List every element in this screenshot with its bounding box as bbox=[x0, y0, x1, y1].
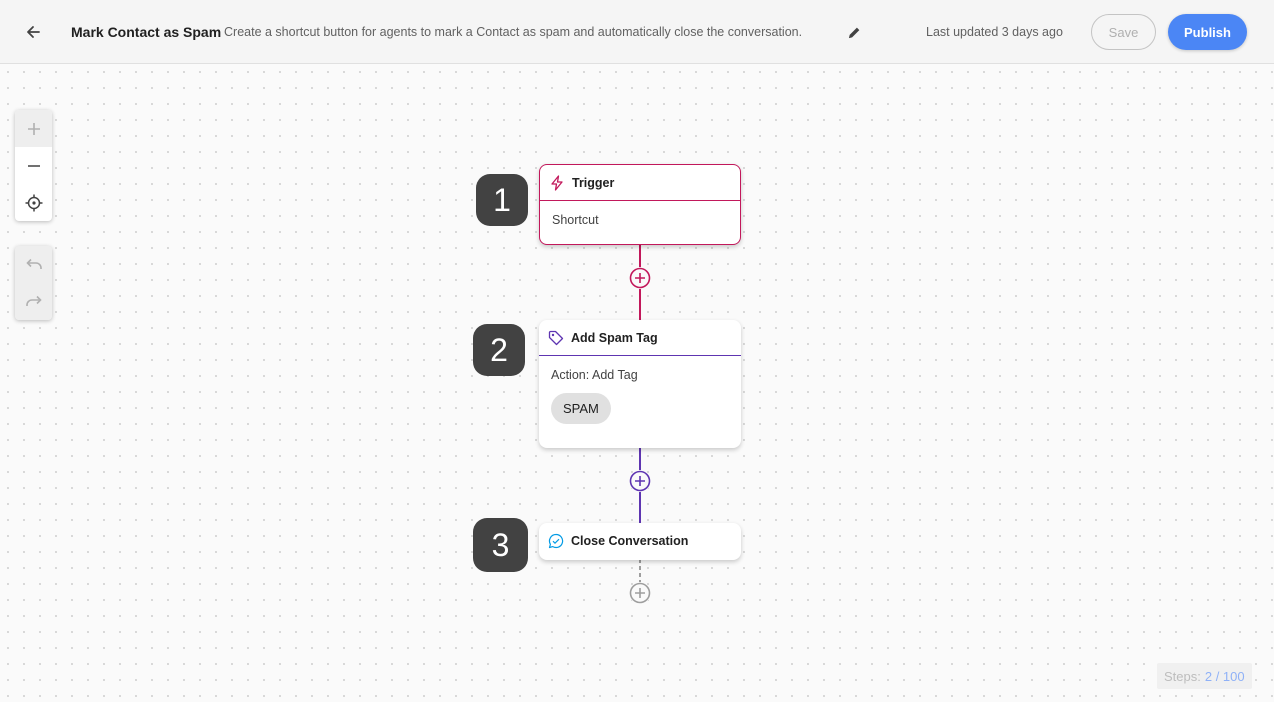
node-body-text: Action: Add Tag bbox=[551, 368, 638, 382]
add-step-button-3[interactable] bbox=[629, 582, 651, 604]
pencil-icon bbox=[848, 27, 859, 38]
publish-button[interactable]: Publish bbox=[1168, 14, 1247, 50]
arrow-left-icon bbox=[27, 26, 40, 38]
history-controls bbox=[15, 246, 52, 320]
step-number-badge: 1 bbox=[476, 174, 528, 226]
steps-count: 2 / 100 bbox=[1204, 668, 1245, 684]
redo-button[interactable] bbox=[15, 283, 52, 320]
close-conversation-node[interactable]: Close Conversation bbox=[539, 523, 741, 560]
page-title: Mark Contact as Spam bbox=[71, 24, 222, 40]
node-body-text: Shortcut bbox=[552, 213, 599, 227]
node-header: Close Conversation bbox=[539, 523, 741, 559]
plus-circle-icon bbox=[629, 470, 651, 492]
steps-counter: Steps: 2 / 100 bbox=[1157, 663, 1252, 689]
redo-icon bbox=[25, 295, 42, 306]
page-description: Create a shortcut button for agents to m… bbox=[224, 25, 803, 39]
plus-circle-icon bbox=[629, 582, 651, 604]
plus-circle-icon bbox=[629, 267, 651, 289]
node-title: Close Conversation bbox=[571, 534, 689, 548]
undo-icon bbox=[25, 258, 42, 269]
recenter-button[interactable] bbox=[15, 184, 52, 221]
add-spam-tag-node[interactable]: Add Spam Tag Action: Add Tag SPAM bbox=[539, 320, 741, 448]
node-header: Add Spam Tag bbox=[539, 320, 741, 356]
node-header: Trigger bbox=[540, 165, 740, 201]
back-button[interactable] bbox=[18, 17, 48, 47]
steps-label: Steps: bbox=[1164, 668, 1201, 684]
add-step-button-2[interactable] bbox=[629, 470, 651, 492]
node-body: Action: Add Tag SPAM bbox=[539, 356, 741, 424]
crosshair-icon bbox=[25, 194, 42, 211]
zoom-in-button[interactable] bbox=[15, 110, 52, 147]
trigger-node[interactable]: Trigger Shortcut bbox=[539, 164, 741, 245]
bolt-icon bbox=[549, 174, 565, 191]
step-number-badge: 3 bbox=[473, 518, 528, 572]
connector-line-dashed bbox=[639, 559, 641, 583]
save-button[interactable]: Save bbox=[1091, 14, 1156, 50]
node-title: Trigger bbox=[572, 175, 615, 190]
header-bar: Mark Contact as Spam Create a shortcut b… bbox=[0, 0, 1274, 64]
edit-button[interactable] bbox=[843, 21, 865, 43]
plus-icon bbox=[27, 122, 40, 135]
add-step-button-1[interactable] bbox=[629, 267, 651, 289]
step-number-badge: 2 bbox=[473, 324, 525, 376]
chat-check-icon bbox=[548, 533, 564, 549]
tag-icon bbox=[548, 330, 564, 346]
last-updated-text: Last updated 3 days ago bbox=[926, 25, 1063, 39]
node-title: Add Spam Tag bbox=[571, 330, 658, 345]
minus-icon bbox=[27, 164, 40, 167]
zoom-controls bbox=[15, 110, 52, 221]
undo-button[interactable] bbox=[15, 246, 52, 283]
zoom-out-button[interactable] bbox=[15, 147, 52, 184]
tag-chip: SPAM bbox=[551, 393, 611, 424]
